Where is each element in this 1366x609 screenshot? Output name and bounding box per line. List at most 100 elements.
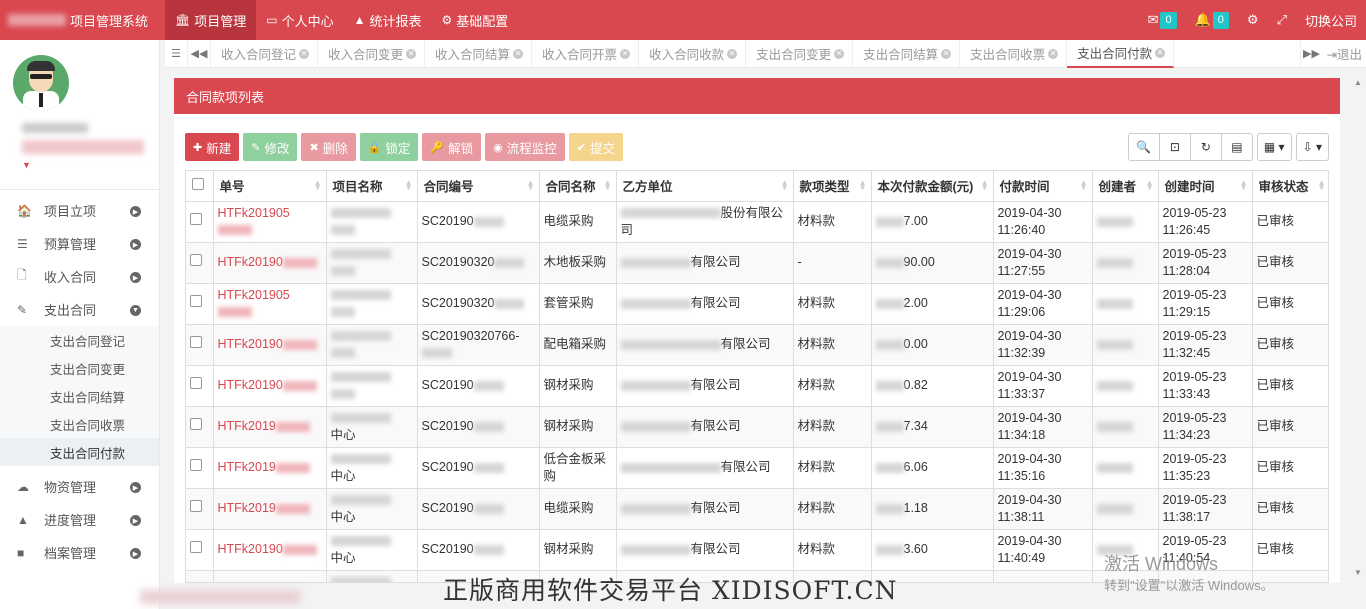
close-icon[interactable]: ✕ (620, 48, 631, 59)
submenu-item-3[interactable]: 支出合同收票 (0, 410, 159, 438)
column-header-6[interactable]: 本次付款金额(元) ▲ ▼ (871, 171, 994, 202)
scrollbar-up-arrow[interactable]: ▲ (1354, 78, 1362, 87)
export-button[interactable]: ⇩ ▾ (1295, 133, 1329, 161)
scrollbar-down-arrow[interactable]: ▼ (1354, 568, 1362, 577)
sidebar-item-1[interactable]: ☰ 预算管理 ▶ (0, 227, 159, 260)
toggle-tool-button[interactable]: ⊡ (1158, 133, 1191, 161)
order-number[interactable]: HTFk2019 (218, 419, 276, 433)
submenu-item-1[interactable]: 支出合同变更 (0, 354, 159, 382)
order-number[interactable]: HTFk201905 (218, 206, 290, 220)
user-role-blurred[interactable] (22, 140, 144, 154)
search-tool-button[interactable]: 🔍 (1127, 133, 1160, 161)
table-row[interactable]: HTFk20190 SC20190320766- 配电箱采购 有限公司 材料款 0.00 2… (186, 324, 1328, 366)
submenu-item-0[interactable]: 支出合同登记 (0, 326, 159, 354)
close-icon[interactable]: ✕ (513, 48, 524, 59)
close-icon[interactable]: ✕ (834, 48, 845, 59)
order-number[interactable]: HTFk2019 (218, 460, 276, 474)
columns-button[interactable]: ▦ ▾ (1256, 133, 1292, 161)
topnav-item-3[interactable]: ⚙ 基础配置 (432, 0, 519, 40)
table-row[interactable]: HTFk2019 中心 SC20190 钢材采购 有限公司 材料款 7.34 2019-04-… (186, 406, 1328, 448)
notification-button[interactable]: 🔔 0 (1186, 0, 1238, 40)
submenu-item-2[interactable]: 支出合同结算 (0, 382, 159, 410)
close-icon[interactable]: ✕ (1048, 48, 1059, 59)
tab-scroll-right-button[interactable]: ▶▶ (1299, 39, 1323, 68)
table-row[interactable]: HTFk201905 SC20190 电缆采购 股份有限公司 材料款 7.00 2019-0… (186, 201, 1328, 243)
topnav-item-1[interactable]: ▭ 个人中心 (256, 0, 343, 40)
order-number[interactable]: HTFk20190 (218, 542, 283, 556)
close-icon[interactable]: ✕ (406, 48, 417, 59)
lock-button[interactable]: 🔒 锁定 (359, 133, 419, 161)
settings-button[interactable]: ⚙ (1238, 0, 1268, 40)
table-row[interactable]: HTFk2019 中心 SC20190 电缆采购 有限公司 材料款 1.18 2019-04-… (186, 488, 1328, 530)
flow-monitor-button[interactable]: ◉ 流程监控 (485, 133, 565, 161)
row-checkbox[interactable] (190, 418, 202, 430)
row-checkbox[interactable] (190, 582, 202, 583)
sidebar-item-2[interactable]: 🗋 收入合同 ▶ (0, 260, 159, 293)
tab-5[interactable]: 支出合同变更 ✕ (746, 39, 854, 68)
table-row[interactable]: HTFk20190 SC20190320 木地板采购 有限公司 - 90.00 2019-0… (186, 242, 1328, 284)
close-icon[interactable]: ✕ (299, 48, 310, 59)
column-header-4[interactable]: 乙方单位 ▲ ▼ (616, 171, 794, 202)
column-header-1[interactable]: 项目名称 ▲ ▼ (326, 171, 418, 202)
tab-6[interactable]: 支出合同结算 ✕ (853, 39, 961, 68)
submit-button[interactable]: ✔ 提交 (568, 133, 623, 161)
row-checkbox[interactable] (190, 295, 202, 307)
close-icon[interactable]: ✕ (727, 48, 738, 59)
close-icon[interactable]: ✕ (941, 48, 952, 59)
tab-8[interactable]: 支出合同付款 ✕ (1067, 39, 1175, 68)
row-checkbox[interactable] (190, 377, 202, 389)
toggle-view-button[interactable]: ▤ (1220, 133, 1253, 161)
column-header-9[interactable]: 创建时间 ▲ ▼ (1158, 171, 1253, 202)
tab-7[interactable]: 支出合同收票 ✕ (960, 39, 1068, 68)
refresh-tool-button[interactable]: ↻ (1189, 133, 1222, 161)
column-header-5[interactable]: 款项类型 ▲ ▼ (793, 171, 872, 202)
row-checkbox[interactable] (190, 213, 202, 225)
logout-button[interactable]: ⇥退出 (1323, 44, 1366, 63)
switch-company-button[interactable]: 切换公司 (1296, 0, 1366, 40)
tab-2[interactable]: 收入合同结算 ✕ (425, 39, 533, 68)
column-header-10[interactable]: 审核状态 ▲ ▼ (1252, 171, 1328, 202)
row-checkbox[interactable] (190, 541, 202, 553)
order-number[interactable]: HTFk20190 (218, 337, 283, 351)
delete-button[interactable]: ✖ 删除 (301, 133, 356, 161)
order-number[interactable]: HTFk20190 (218, 255, 283, 269)
row-checkbox[interactable] (190, 500, 202, 512)
table-row[interactable]: HTFk20190 SC20190 钢材采购 有限公司 材料款 0.82 2019-04-3… (186, 365, 1328, 407)
column-header-0[interactable]: 单号 ▲ ▼ (213, 171, 327, 202)
tab-3[interactable]: 收入合同开票 ✕ (532, 39, 640, 68)
submenu-item-4[interactable]: 支出合同付款 (0, 438, 159, 466)
new-button[interactable]: ✚ 新建 (185, 133, 240, 161)
sidebar-item-1[interactable]: ▲ 进度管理 ▶ (0, 503, 159, 536)
tab-1[interactable]: 收入合同变更 ✕ (318, 39, 426, 68)
sidebar-item-0[interactable]: 🏠 项目立项 ▶ (0, 194, 159, 227)
unlock-button[interactable]: 🔑 解锁 (422, 133, 482, 161)
select-all-checkbox[interactable] (192, 178, 204, 191)
row-checkbox[interactable] (190, 459, 202, 471)
column-header-8[interactable]: 创建者 ▲ ▼ (1092, 171, 1159, 202)
topnav-item-2[interactable]: ▲ 统计报表 (344, 0, 432, 40)
sidebar-item-3[interactable]: ✎ 支出合同 ▼ (0, 293, 159, 326)
close-icon[interactable]: ✕ (1155, 47, 1166, 58)
edit-button[interactable]: ✎ 修改 (243, 133, 298, 161)
order-number[interactable]: HTFk20190 (218, 378, 283, 392)
avatar[interactable] (13, 55, 69, 111)
column-header-2[interactable]: 合同编号 ▲ ▼ (417, 171, 540, 202)
table-row[interactable]: HTFk2019 中心 SC20190 低合金板采购 有限公司 材料款 6.06 2019-0… (186, 447, 1328, 489)
tab-scroll-left-button[interactable]: ◀◀ (188, 39, 211, 68)
tab-4[interactable]: 收入合同收款 ✕ (639, 39, 747, 68)
column-header-3[interactable]: 合同名称 ▲ ▼ (539, 171, 617, 202)
fullscreen-button[interactable]: ⤢ (1268, 0, 1296, 40)
sidebar-item-0[interactable]: ☁ 物资管理 ▶ (0, 470, 159, 503)
order-number[interactable]: HTFk2019 (218, 501, 276, 515)
caret-down-icon[interactable]: ▼ (22, 160, 31, 170)
mail-button[interactable]: ✉ 0 (1139, 0, 1186, 40)
row-checkbox[interactable] (190, 254, 202, 266)
sidebar-item-2[interactable]: ■ 档案管理 ▶ (0, 536, 159, 569)
row-checkbox[interactable] (190, 336, 202, 348)
tab-0[interactable]: 收入合同登记 ✕ (211, 39, 319, 68)
table-row[interactable]: HTFk201905 SC20190320 套管采购 有限公司 材料款 2.00 2019-… (186, 283, 1328, 325)
column-header-7[interactable]: 付款时间 ▲ ▼ (993, 171, 1093, 202)
order-number[interactable]: HTFk201905 (218, 288, 290, 302)
menu-toggle-button[interactable]: ☰ (165, 39, 188, 68)
topnav-item-0[interactable]: 🏛 项目管理 (165, 0, 257, 40)
